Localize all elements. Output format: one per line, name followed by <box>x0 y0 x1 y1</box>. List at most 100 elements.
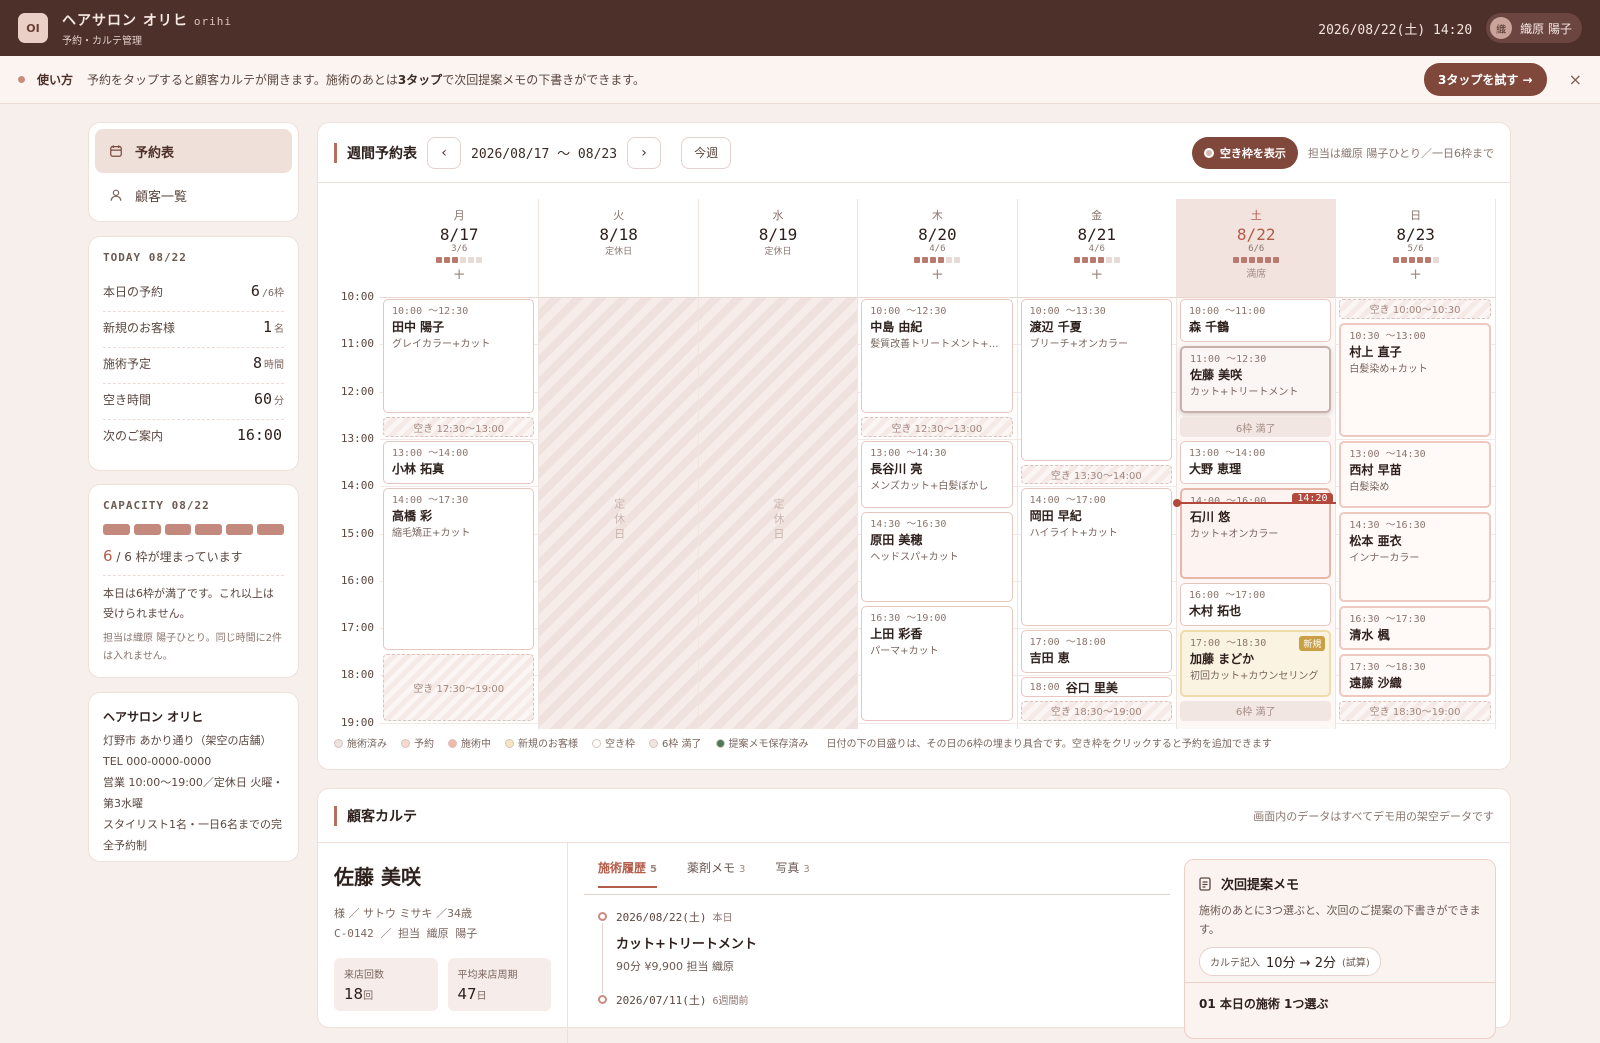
top-bar: OI ヘアサロン オリヒ orihi 予約・カルテ管理 2026/08/22(土)… <box>0 0 1600 56</box>
reservation-card[interactable]: 14:30 〜16:30 松本 亜衣 インナーカラー <box>1339 511 1491 603</box>
reservation-name: 木村 拓也 <box>1189 603 1242 618</box>
reservation-card[interactable]: 10:30 〜13:00 村上 直子 白髪染め+カット <box>1339 322 1491 437</box>
legend-swatch <box>448 739 457 748</box>
sidebar-item-schedule[interactable]: 予約表 <box>95 129 292 173</box>
capacity-bars <box>103 524 284 535</box>
next-week-button[interactable]: › <box>627 136 662 169</box>
reservation-card[interactable]: 16:00 〜17:00 木村 拓也 <box>1180 582 1332 627</box>
close-icon[interactable]: × <box>1569 70 1582 89</box>
stat-label: 平均来店周期 <box>457 970 518 981</box>
stat-unit: 日 <box>476 991 487 1002</box>
hint-text-bold: 3タップ <box>397 73 443 87</box>
try-3tap-button[interactable]: 3タップを試す → <box>1424 63 1547 96</box>
today-row-value: 6/6枠 <box>251 282 284 300</box>
capacity-pip <box>1408 257 1415 263</box>
reservation-name: 加藤 まどか <box>1190 652 1255 667</box>
free-slot[interactable]: 空き 12:30〜13:00 <box>861 417 1013 437</box>
reservation-card[interactable]: 10:00 〜12:30 中島 由紀髪質改善トリートメント+カット <box>861 299 1013 414</box>
reservation-card[interactable]: 10:00 〜12:30 田中 陽子 グレイカラー+カット <box>383 299 535 414</box>
hint-text-c: で次回提案メモの下書きができます。 <box>442 73 645 87</box>
reservation-card[interactable]: 13:00 〜14:00 小林 拓真 <box>383 440 535 485</box>
reservation-menu: インナーカラー <box>1349 552 1420 564</box>
legend-label: 6枠 満了 <box>662 739 702 750</box>
current-time-label: 14:20 <box>1292 492 1333 504</box>
free-slot[interactable]: 空き 18:30〜19:00 <box>1339 701 1491 721</box>
reservation-card[interactable]: 18:00 谷口 里美 <box>1020 677 1172 698</box>
reservation-card[interactable]: 10:00 〜11:00 森 千鶴 <box>1180 299 1332 343</box>
capacity-pip <box>1257 257 1264 263</box>
history-item[interactable]: 2026/08/22(土) 本日 カット+トリートメント 90分 ¥9,900 担… <box>584 909 1170 993</box>
day-capacity-pips <box>1336 257 1494 263</box>
user-menu[interactable]: 織 織原 陽子 <box>1486 13 1582 43</box>
timeline-dot-icon <box>598 912 607 921</box>
closed-label: 定休日 <box>612 498 626 543</box>
stat-label: 来店回数 <box>344 970 384 981</box>
history-date: 2026/07/11(土) <box>616 994 707 1007</box>
sidebar-item-customers[interactable]: 顧客一覧 <box>95 173 292 217</box>
add-reservation-button[interactable]: + <box>1018 265 1176 283</box>
reservation-card[interactable]: 13:00 〜14:30 西村 早苗 白髪染め <box>1339 440 1491 508</box>
add-reservation-button: 満席 <box>1246 269 1267 280</box>
reservation-card[interactable]: 16:30 〜19:00 上田 彩香 パーマ+カット <box>861 606 1013 721</box>
unit: /6枠 <box>261 288 284 299</box>
reservation-card[interactable]: 10:00 〜13:30 渡辺 千夏 ブリーチ+オンカラー <box>1020 299 1172 461</box>
history-item[interactable]: 2026/07/11(土) 6週間前 <box>584 992 1170 1008</box>
tab-history[interactable]: 施術履歴 5 <box>598 859 657 888</box>
day-capacity: 定休日 <box>764 247 792 257</box>
free-slot[interactable]: 空き 12:30〜13:00 <box>383 417 535 437</box>
reservation-menu: 初回カット+カウンセリング <box>1190 671 1319 683</box>
this-week-button[interactable]: 今週 <box>681 136 732 169</box>
today-row: 空き時間 60 分 <box>103 384 284 420</box>
add-reservation-button[interactable]: + <box>1336 265 1494 283</box>
legend: 施術済み 予約 施術中 新規のお客様 空き枠 6枠 満了 提案メモ保存済み 日付の下の目盛りは… <box>334 735 1272 750</box>
free-slot[interactable]: 空き 17:30〜19:00 <box>383 653 535 721</box>
add-reservation-button[interactable]: + <box>858 265 1016 283</box>
legend-label: 新規のお客様 <box>518 739 578 750</box>
reservation-menu: 白髪染め+カット <box>1349 363 1428 375</box>
reservation-card[interactable]: 14:30 〜16:30 原田 美穂 ヘッドスパ+カット <box>861 511 1013 603</box>
free-slot[interactable]: 空き 13:30〜14:00 <box>1020 464 1172 485</box>
value: 8 <box>252 354 262 372</box>
reservation-time: 16:00 〜17:00 <box>1189 589 1266 601</box>
reservation-card[interactable]: 14:00 〜17:30 高橋 彩縮毛矯正+カット <box>383 488 535 650</box>
reservation-card[interactable]: 17:00 〜18:30 加藤 まどか 初回カット+カウンセリング 新規 <box>1180 630 1332 698</box>
time-saving-pill: カルテ記入 10分 → 2分 (試算) <box>1199 947 1381 976</box>
tab-count: 3 <box>803 864 810 875</box>
reservation-card[interactable]: 17:00 〜18:00 吉田 恵 <box>1020 630 1172 674</box>
add-reservation-button[interactable]: + <box>380 265 538 283</box>
reservation-card[interactable]: 13:00 〜14:00 大野 恵理 <box>1180 440 1332 485</box>
reservation-card[interactable]: 11:00 〜12:30 佐藤 美咲 カット+トリートメント <box>1180 346 1332 414</box>
reservation-name: 石川 悠 <box>1190 510 1231 525</box>
reservation-menu: パーマ+カット <box>870 646 939 658</box>
memo-step-1[interactable]: 01 本日の施術 1つ選ぶ <box>1185 982 1495 1024</box>
reservation-card[interactable]: 13:00 〜14:30 長谷川 亮メンズカット+白髪ぼかし <box>861 440 1013 508</box>
reservation-card[interactable]: 17:30 〜18:30 遠藤 沙織 <box>1339 653 1491 698</box>
today-row-label: 本日の予約 <box>103 285 164 299</box>
customer-karte: 顧客カルテ 画面内のデータはすべてデモ用の架空データです 佐藤 美咲 様 ／ サ… <box>317 788 1511 1043</box>
pill-value: 10分 → 2分 <box>1266 956 1336 971</box>
reservation-name: 松本 亜衣 <box>1349 533 1402 548</box>
reservation-time: 14:00 〜17:00 <box>1029 495 1106 507</box>
reservation-card[interactable]: 16:30 〜17:30 清水 楓 <box>1339 606 1491 650</box>
today-row-value: 60 分 <box>254 390 284 408</box>
today-row-value: 16:00 <box>237 426 284 444</box>
prev-week-button[interactable]: ‹ <box>427 136 461 169</box>
new-customer-badge: 新規 <box>1299 636 1326 652</box>
day-capacity-pips <box>1018 257 1176 263</box>
value: 6 <box>250 282 260 300</box>
tab-photos[interactable]: 写真 3 <box>775 859 809 886</box>
show-free-slots-toggle[interactable]: 空き枠を表示 <box>1191 136 1298 169</box>
capacity-pip <box>930 257 937 263</box>
day-column: 定休日 <box>698 297 859 729</box>
free-slot[interactable]: 空き 18:30〜19:00 <box>1020 701 1172 721</box>
capacity-pip <box>436 257 443 263</box>
free-slot[interactable]: 空き 10:00〜10:30 <box>1339 299 1491 319</box>
capacity-pip <box>460 257 467 263</box>
memo-description: 施術のあとに3つ選ぶと、次回のご提案の下書きができます。 <box>1199 904 1481 936</box>
reservation-time: 17:30 〜18:30 <box>1349 661 1426 673</box>
tab-chemical-notes[interactable]: 薬剤メモ 3 <box>687 859 745 886</box>
reservation-menu: 縮毛矯正+カット <box>392 528 471 540</box>
reservation-time: 17:00 〜18:00 <box>1029 637 1106 649</box>
reservation-name: 西村 早苗 <box>1349 462 1402 477</box>
reservation-card[interactable]: 14:00 〜17:00 岡田 早紀 ハイライト+カット <box>1020 488 1172 627</box>
